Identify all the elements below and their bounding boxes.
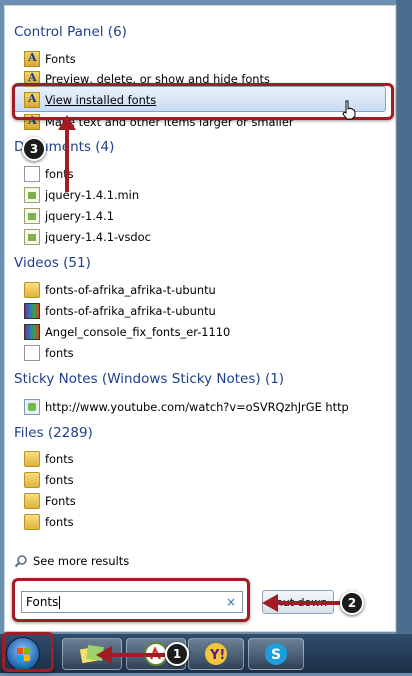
step-badge-3: 3 <box>22 137 46 161</box>
arrow-up-icon <box>58 115 76 192</box>
arrow-left-icon <box>96 646 165 664</box>
hand-cursor-icon <box>342 100 356 120</box>
step-badge-2: 2 <box>340 591 364 615</box>
arrow-left-icon <box>262 594 340 612</box>
step-badge-1: 1 <box>165 642 189 666</box>
